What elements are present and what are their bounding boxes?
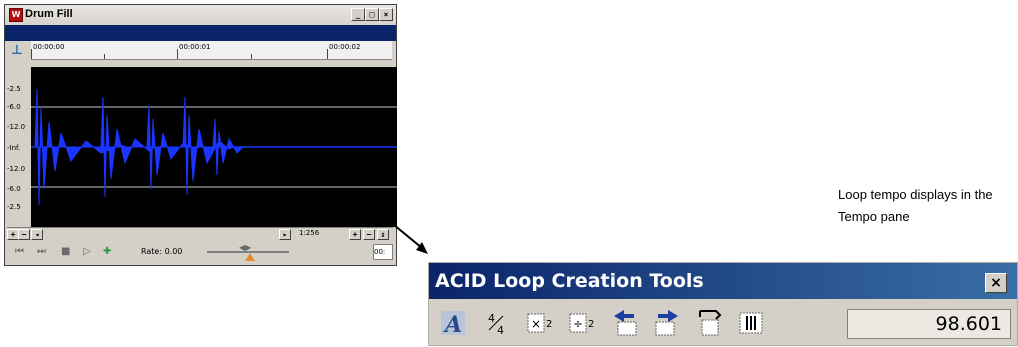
ruler-tick <box>251 54 252 59</box>
svg-text:2: 2 <box>546 319 552 330</box>
svg-text:4: 4 <box>497 324 504 336</box>
window-title: Drum Fill <box>25 8 73 20</box>
acid-close-button[interactable]: × <box>985 273 1007 293</box>
acid-a-icon[interactable]: A <box>437 307 469 339</box>
acid-tool-row: A 44 × 2 ÷ 2 98.601 <box>429 299 1017 347</box>
tempo-pane[interactable]: 98.601 <box>847 309 1011 339</box>
go-to-start-icon[interactable]: ⏮ <box>15 246 24 257</box>
acid-toolbar-title: ACID Loop Creation Tools <box>435 270 704 292</box>
link-loop-icon[interactable] <box>693 307 725 339</box>
acid-titlebar[interactable]: ACID Loop Creation Tools × <box>429 263 1017 299</box>
level-zoom-in-button[interactable]: + <box>349 229 361 240</box>
time-ruler[interactable]: 00:00:00 00:00:01 00:00:02 <box>31 41 392 60</box>
db-label: -12.0 <box>7 123 26 131</box>
db-label: -Inf. <box>7 144 21 152</box>
ruler-label: 00:00:00 <box>33 43 65 51</box>
time-cursor-icon[interactable]: ⊥ <box>11 43 23 58</box>
shift-right-icon[interactable] <box>651 307 683 339</box>
stop-icon[interactable]: ■ <box>61 246 70 257</box>
grid-icon[interactable] <box>735 307 767 339</box>
maximize-button[interactable]: □ <box>365 8 379 21</box>
go-to-end-icon[interactable]: ⏭ <box>37 246 46 257</box>
db-label: -2.5 <box>7 85 21 93</box>
tempo-caption: Loop tempo displays in the Tempo pane <box>838 187 993 224</box>
svg-text:×: × <box>531 317 541 331</box>
svg-text:4: 4 <box>488 312 495 325</box>
level-zoom-out-button[interactable]: − <box>363 229 375 240</box>
ruler-tick <box>177 49 178 59</box>
drum-fill-window: W Drum Fill _ □ × ⊥ 00:00:00 00:00:01 00… <box>4 4 397 266</box>
db-scale: -2.5 -6.0 -12.0 -Inf. -12.0 -6.0 -2.5 <box>7 67 31 227</box>
waveform-bursts <box>34 88 245 206</box>
shift-left-icon[interactable] <box>609 307 641 339</box>
slider-center-icon: ◀▶ <box>239 243 252 252</box>
minimize-button[interactable]: _ <box>351 8 365 21</box>
ruler-tick <box>104 54 105 59</box>
ruler-label: 00:00:02 <box>329 43 361 51</box>
db-label: -12.0 <box>7 165 26 173</box>
window-accent-bar <box>5 25 396 41</box>
transport-bar: ⏮ ⏭ ■ ▷ ✚ Rate: 0.00 ◀▶ 00: <box>7 241 393 263</box>
scroll-left-icon[interactable]: ◂ <box>31 229 43 240</box>
svg-text:÷: ÷ <box>573 317 583 331</box>
callout-arrow-icon <box>387 219 428 254</box>
close-button[interactable]: × <box>379 8 393 21</box>
db-label: -2.5 <box>7 203 21 211</box>
zoom-level: 1:256 <box>299 229 320 237</box>
play-plus-icon[interactable]: ✚ <box>103 246 111 257</box>
divide-beats-icon[interactable]: ÷ 2 <box>567 307 599 339</box>
time-signature-icon[interactable]: 44 <box>481 307 513 339</box>
multiply-beats-icon[interactable]: × 2 <box>525 307 557 339</box>
svg-text:2: 2 <box>588 319 594 330</box>
ruler-label: 00:00:01 <box>179 43 211 51</box>
zoom-out-button[interactable]: − <box>18 229 30 240</box>
app-icon: W <box>9 8 23 22</box>
db-label: -6.0 <box>7 103 21 111</box>
svg-text:A: A <box>443 312 462 336</box>
rate-slider-handle[interactable] <box>245 253 255 261</box>
play-icon[interactable]: ▷ <box>83 246 91 257</box>
db-label: -6.0 <box>7 185 21 193</box>
horizontal-scrollbar[interactable]: + − ◂ ▸ 1:256 + − ↕ <box>7 227 393 240</box>
ruler-tick <box>327 49 328 59</box>
scroll-right-icon[interactable]: ▸ <box>279 229 291 240</box>
ruler-tick <box>31 49 32 59</box>
rate-label: Rate: 0.00 <box>141 247 183 256</box>
waveform-display[interactable] <box>31 67 397 227</box>
window-titlebar[interactable]: W Drum Fill _ □ × <box>5 5 396 26</box>
acid-loop-tools-toolbar: ACID Loop Creation Tools × A 44 × 2 ÷ 2 98… <box>428 262 1018 346</box>
